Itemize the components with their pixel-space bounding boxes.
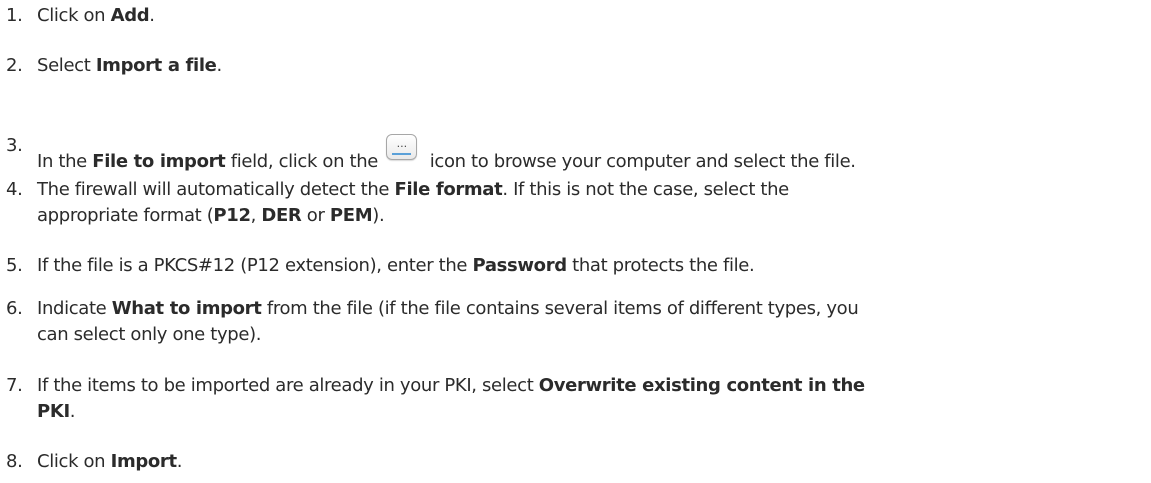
step-number: 8. — [6, 451, 23, 472]
import-a-file-keyword: Import a file — [95, 55, 217, 76]
step-number: 1. — [6, 5, 23, 26]
step-text: Click on Import. — [37, 451, 183, 472]
p12-keyword: P12 — [213, 205, 251, 226]
step-text: Click on Add. — [37, 5, 155, 26]
add-keyword: Add — [110, 5, 150, 26]
step-number: 3. — [6, 135, 23, 156]
step-number: 7. — [6, 375, 23, 396]
step-text: Select Import a file. — [37, 55, 222, 76]
step-text: In the File to import field, click on th… — [37, 134, 856, 174]
step-text: Indicate What to import from the file (i… — [37, 298, 859, 319]
step-number: 5. — [6, 255, 23, 276]
overwrite-keyword: Overwrite existing content in the — [538, 375, 865, 396]
pki-keyword: PKI — [37, 401, 70, 422]
step-text: If the file is a PKCS#12 (P12 extension)… — [37, 255, 755, 276]
file-format-keyword: File format — [394, 179, 503, 200]
browse-icon: ... — [386, 134, 418, 160]
step-text: If the items to be imported are already … — [37, 375, 865, 396]
file-to-import-keyword: File to import — [92, 151, 226, 172]
step-number: 6. — [6, 298, 23, 319]
what-to-import-keyword: What to import — [111, 298, 262, 319]
step-text-continuation: PKI. — [37, 401, 76, 422]
step-number: 2. — [6, 55, 23, 76]
step-text-continuation: can select only one type). — [37, 324, 262, 345]
step-number: 4. — [6, 179, 23, 200]
der-keyword: DER — [261, 205, 302, 226]
step-text-continuation: appropriate format (P12, DER or PEM). — [37, 205, 385, 226]
password-keyword: Password — [472, 255, 568, 276]
import-keyword: Import — [110, 451, 177, 472]
step-text: The firewall will automatically detect t… — [37, 179, 789, 200]
pem-keyword: PEM — [329, 205, 373, 226]
